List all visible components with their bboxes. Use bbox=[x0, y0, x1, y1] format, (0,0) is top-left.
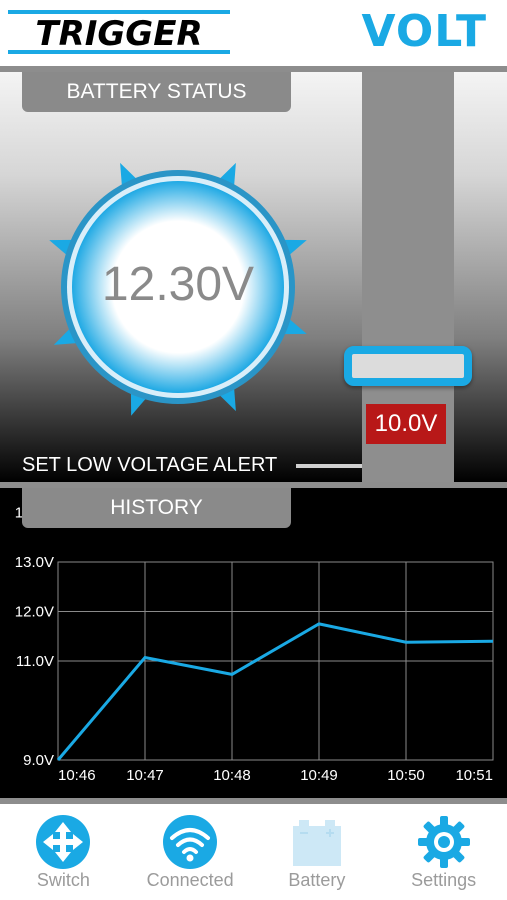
app-header: TRIGGER VOLT bbox=[0, 0, 507, 72]
history-chart: 15.0V13.0V12.0V11.0V9.0V 10:4610:4710:48… bbox=[15, 505, 494, 784]
nav-item-settings[interactable]: Settings bbox=[380, 804, 507, 900]
gear-icon bbox=[417, 816, 470, 868]
nav-item-connected[interactable]: Connected bbox=[127, 804, 254, 900]
alert-connector-line bbox=[296, 464, 362, 468]
trigger-logo-text: TRIGGER bbox=[35, 14, 202, 54]
x-tick-label: 10:48 bbox=[213, 767, 251, 784]
move-arrows-icon bbox=[36, 815, 91, 869]
nav-label-settings: Settings bbox=[411, 870, 477, 890]
x-tick-label: 10:47 bbox=[126, 767, 164, 784]
x-tick-label: 10:51 bbox=[455, 767, 493, 784]
trigger-logo: TRIGGER bbox=[8, 10, 230, 54]
y-tick-label: 13.0V bbox=[15, 554, 54, 571]
x-tick-label: 10:50 bbox=[387, 767, 425, 784]
alert-voltage-value: 10.0V bbox=[366, 404, 446, 444]
history-tab: HISTORY bbox=[22, 488, 291, 528]
low-voltage-alert-label: SET LOW VOLTAGE ALERT bbox=[22, 454, 278, 476]
wifi-icon bbox=[163, 815, 218, 869]
battery-status-tab: BATTERY STATUS bbox=[22, 72, 291, 112]
chart-y-ticks: 15.0V13.0V12.0V11.0V9.0V bbox=[15, 505, 54, 770]
y-tick-label: 11.0V bbox=[16, 653, 54, 670]
battery-status-panel: BATTERY STATUS 12.30V 10.0V SET LOW VOLT… bbox=[0, 72, 507, 482]
x-tick-label: 10:46 bbox=[58, 767, 96, 784]
y-tick-label: 9.0V bbox=[23, 752, 54, 769]
nav-item-battery[interactable]: Battery bbox=[254, 804, 381, 900]
nav-label-switch: Switch bbox=[36, 870, 90, 890]
nav-label-battery: Battery bbox=[288, 870, 346, 890]
y-tick-label: 12.0V bbox=[15, 604, 54, 621]
nav-label-connected: Connected bbox=[146, 870, 234, 890]
battery-icon bbox=[292, 820, 341, 866]
nav-item-switch[interactable]: Switch bbox=[0, 804, 127, 900]
x-tick-label: 10:49 bbox=[300, 767, 338, 784]
bottom-nav: Switch Connected Battery Settings bbox=[0, 804, 507, 900]
alert-slider-handle[interactable] bbox=[344, 346, 472, 386]
chart-grid bbox=[57, 561, 494, 761]
chart-x-ticks: 10:46 10:47 10:48 10:49 10:50 10:51 bbox=[58, 767, 493, 784]
current-voltage: 12.30V bbox=[101, 258, 255, 311]
voltage-series-line bbox=[56, 622, 494, 761]
volt-logo: VOLT bbox=[361, 6, 487, 57]
history-panel: 15.0V13.0V12.0V11.0V9.0V 10:4610:4710:48… bbox=[0, 488, 507, 798]
